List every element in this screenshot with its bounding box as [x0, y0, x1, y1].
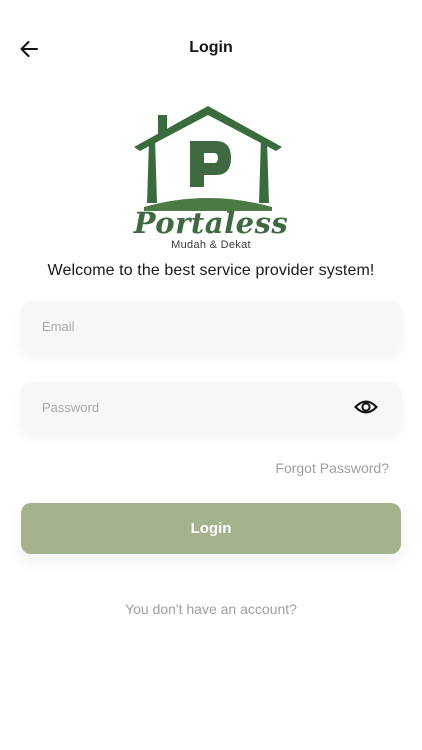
email-input[interactable]: [21, 301, 401, 351]
page-title: Login: [189, 39, 233, 56]
brand-tagline: Mudah & Dekat: [171, 239, 251, 251]
forgot-password-link[interactable]: Forgot Password?: [275, 460, 389, 476]
signup-link[interactable]: You don't have an account?: [0, 601, 422, 617]
app-header: Login: [0, 0, 422, 98]
password-field-container: [21, 382, 401, 432]
email-field-container: [21, 301, 401, 351]
brand-wordmark: Portaless: [133, 206, 289, 240]
show-password-toggle[interactable]: [353, 395, 379, 419]
eye-icon: [354, 400, 378, 414]
password-input[interactable]: [21, 382, 401, 432]
login-button[interactable]: Login: [21, 503, 401, 554]
welcome-heading: Welcome to the best service provider sys…: [47, 262, 375, 279]
